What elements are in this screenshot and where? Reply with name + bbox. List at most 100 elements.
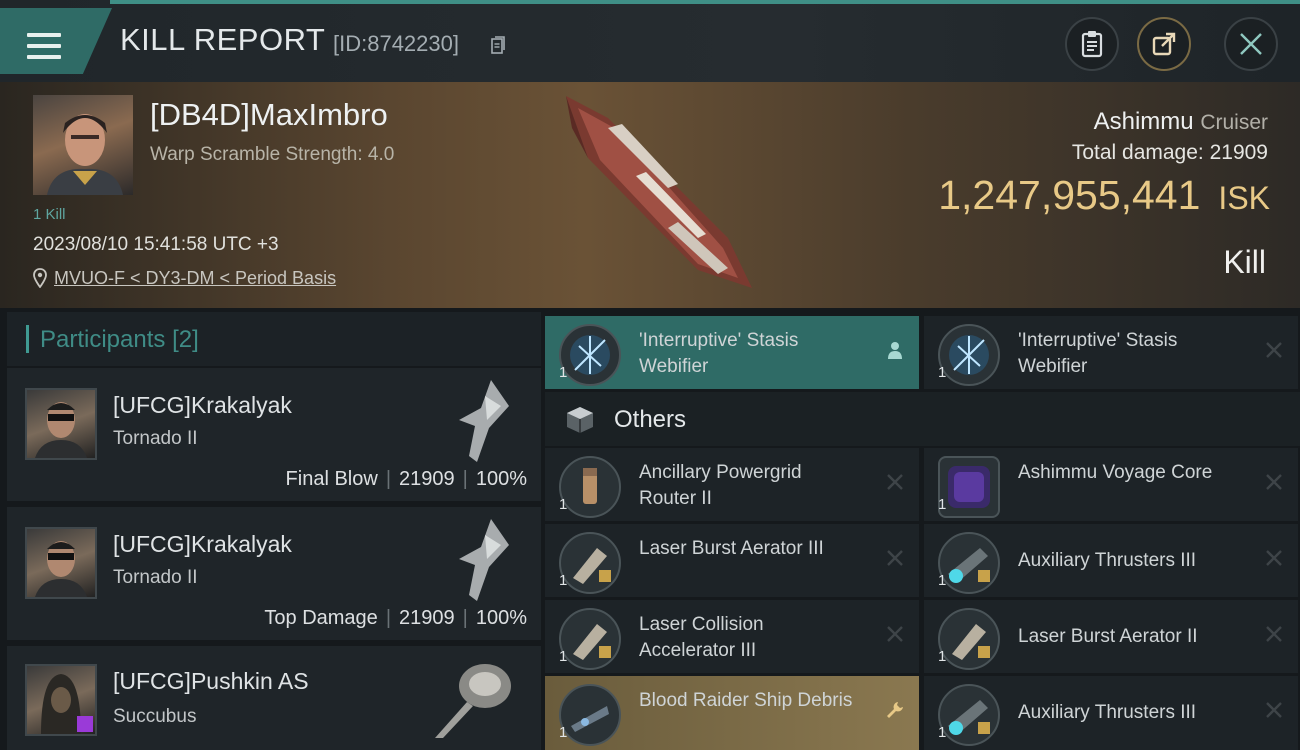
participant-name: [UFCG]Krakalyak [113,531,292,557]
share-button[interactable] [1137,17,1191,71]
others-title: Others [614,406,687,433]
pilot-portrait-icon [41,674,93,734]
ship-debris-icon [559,684,621,746]
module-name: Auxiliary Thrusters III [1018,550,1197,571]
share-icon [1152,32,1176,56]
laser-rig-icon [559,608,621,670]
warp-scramble-strength: Warp Scramble Strength: 4.0 [150,144,395,165]
pilot-portrait-icon [35,402,87,458]
laser-rig-icon [559,532,621,594]
destroyed-icon [887,550,903,566]
copy-icon[interactable] [491,36,505,54]
module-name: 'Interruptive' Stasis Webifier [639,330,799,377]
destroyed-icon [887,626,903,642]
module-slot[interactable]: 1 'Interruptive' Stasis Webifier [545,316,919,389]
destroyed-icon [1266,342,1282,358]
participant-percent: 100% [475,468,527,490]
isk-value: 1,247,955,441 [938,172,1201,218]
module-slot[interactable]: 1 Laser Collision Accelerator III [545,600,919,673]
participant-ship: Succubus [113,706,197,727]
module-quantity: 1 [938,572,947,589]
powergrid-router-icon [559,456,621,518]
auxiliary-thrusters-icon [938,532,1000,594]
victim-ship-image [566,96,752,288]
module-quantity: 1 [559,572,568,589]
participant-name: [UFCG]Pushkin AS [113,668,309,694]
module-name: Ashimmu Voyage Core [1018,462,1213,483]
kill-location-link[interactable]: MVUO-F < DY3-DM < Period Basis [54,268,336,289]
module-slot[interactable]: 1 Ashimmu Voyage Core [924,448,1298,521]
kill-datetime: 2023/08/10 15:41:58 UTC +3 [33,234,279,255]
close-icon [1240,33,1262,55]
participant-ship-image [435,664,511,738]
participants-title: Participants [2] [40,326,199,354]
participant-ship-image [459,380,509,462]
participant-row[interactable]: [UFCG]Krakalyak Tornado II Top Damage | 21… [7,507,541,640]
total-damage-label: Total damage: [1071,141,1204,164]
pilot-portrait-icon [35,541,87,597]
voyage-core-icon [938,456,1000,518]
module-quantity: 1 [559,724,568,741]
destroyed-icon [1266,702,1282,718]
clipboard-button[interactable] [1065,17,1119,71]
module-name: Laser Collision Accelerator III [639,614,764,661]
pilot-portrait-icon [47,114,123,195]
destroyed-icon [1266,626,1282,642]
clipboard-icon [1081,31,1103,58]
module-slot[interactable]: 1 Auxiliary Thrusters III [924,524,1298,597]
cargo-box-icon [567,407,593,433]
module-slot[interactable]: 1 Laser Burst Aerator III [545,524,919,597]
report-id: [ID:8742230] [333,31,459,56]
participant-avatar[interactable] [25,527,97,599]
module-name: Blood Raider Ship Debris [639,690,853,711]
module-slot[interactable]: 1 Laser Burst Aerator II [924,600,1298,673]
total-damage: Total damage: 21909 [1072,141,1268,165]
stasis-webifier-icon [559,324,621,386]
location-pin-icon [33,268,47,288]
page-title: KILL REPORT [120,22,326,57]
participant-name: [UFCG]Krakalyak [113,392,292,418]
participant-ship: Tornado II [113,428,198,449]
participants-title-text: Participants [40,326,166,353]
laser-rig-icon [938,608,1000,670]
module-quantity: 1 [938,496,947,513]
module-slot[interactable]: 1 Blood Raider Ship Debris [545,676,919,750]
participant-row[interactable]: [UFCG]Krakalyak Tornado II Final Blow | 21… [7,368,541,501]
auxiliary-thrusters-icon [938,684,1000,746]
participant-role: Final Blow [285,468,378,490]
title-bar-accent [110,0,1300,4]
close-button[interactable] [1224,17,1278,71]
total-damage-value: 21909 [1209,141,1268,164]
module-quantity: 1 [559,364,568,381]
module-quantity: 1 [938,364,947,381]
participant-avatar[interactable] [25,388,97,460]
result-label: Kill [1223,244,1266,280]
module-quantity: 1 [938,724,947,741]
participant-damage: 21909 [399,468,455,490]
module-slot[interactable]: 1 Auxiliary Thrusters III [924,676,1298,750]
module-quantity: 1 [559,648,568,665]
ship-class: Cruiser [1200,111,1268,134]
victim-avatar[interactable] [33,95,133,195]
participants-count: [2] [172,326,199,353]
participant-stats: Top Damage | 21909 | 100% [264,607,527,629]
victim-name: [DB4D]MaxImbro [150,97,388,132]
participant-stats: Final Blow | 21909 | 100% [285,468,527,490]
destroyed-icon [1266,474,1282,490]
module-slot[interactable]: 1 'Interruptive' Stasis Webifier [924,316,1298,389]
destroyed-icon [1266,550,1282,566]
module-quantity: 1 [938,648,947,665]
isk-unit: ISK [1218,180,1270,216]
participant-avatar[interactable] [25,664,97,736]
hamburger-icon [27,33,61,61]
participant-row[interactable]: [UFCG]Pushkin AS Succubus [7,646,541,750]
module-name: 'Interruptive' Stasis Webifier [1018,330,1178,377]
module-slot[interactable]: 1 Ancillary Powergrid Router II [545,448,919,521]
stasis-webifier-icon [938,324,1000,386]
destroyed-icon [887,474,903,490]
isk-loss: 1,247,955,441 ISK [938,172,1270,219]
module-name: Laser Burst Aerator II [1018,626,1198,647]
ship-name: Ashimmu [1093,108,1194,135]
participant-role: Top Damage [264,607,378,629]
module-name: Ancillary Powergrid Router II [639,462,802,509]
